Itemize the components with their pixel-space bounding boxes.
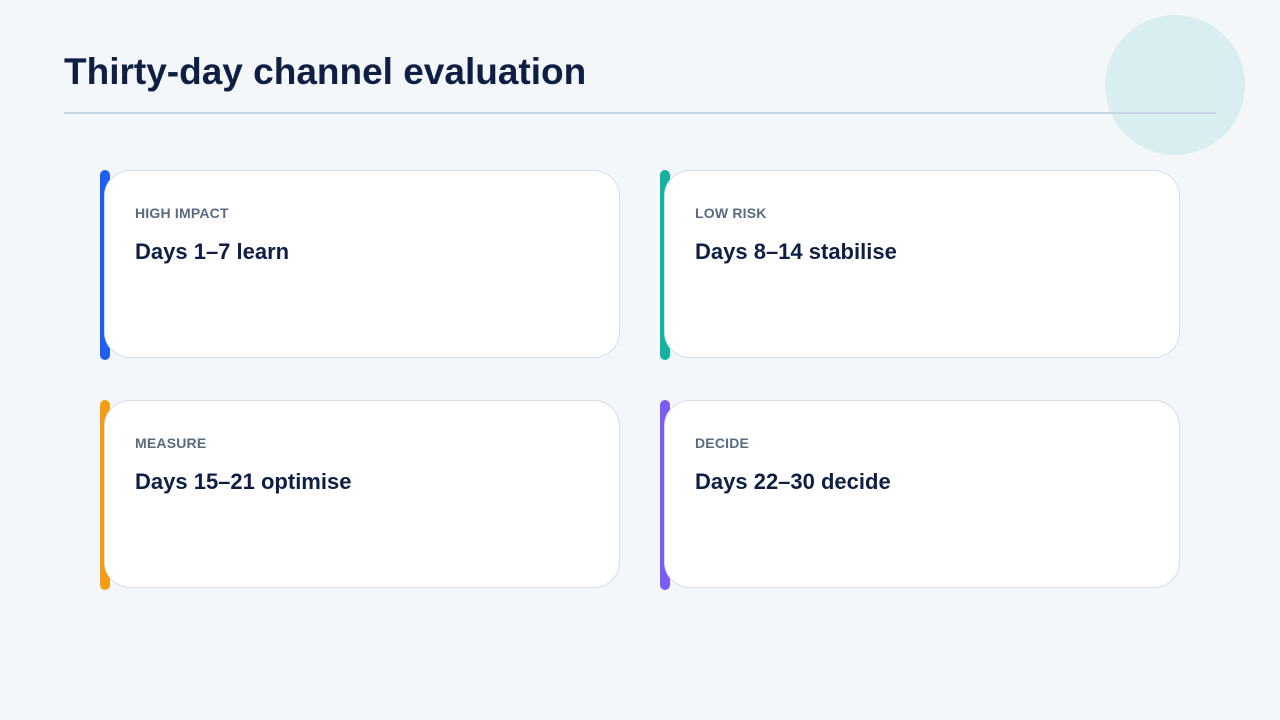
card-heading: Days 15–21 optimise — [135, 469, 352, 494]
phase-card-high-impact: HIGH IMPACT Days 1–7 learn — [104, 170, 620, 358]
page-title: Thirty-day channel evaluation — [64, 51, 587, 92]
phase-card-decide: DECIDE Days 22–30 decide — [664, 400, 1180, 588]
decorative-circle — [1105, 15, 1245, 155]
card-heading: Days 8–14 stabilise — [695, 239, 897, 264]
phase-card-measure: MEASURE Days 15–21 optimise — [104, 400, 620, 588]
card-heading: Days 22–30 decide — [695, 469, 891, 494]
card-label: HIGH IMPACT — [135, 205, 229, 221]
card-label: MEASURE — [135, 435, 207, 451]
title-divider — [64, 112, 1216, 114]
phase-card-low-risk: LOW RISK Days 8–14 stabilise — [664, 170, 1180, 358]
card-label: LOW RISK — [695, 205, 767, 221]
card-label: DECIDE — [695, 435, 750, 451]
card-heading: Days 1–7 learn — [135, 239, 290, 264]
